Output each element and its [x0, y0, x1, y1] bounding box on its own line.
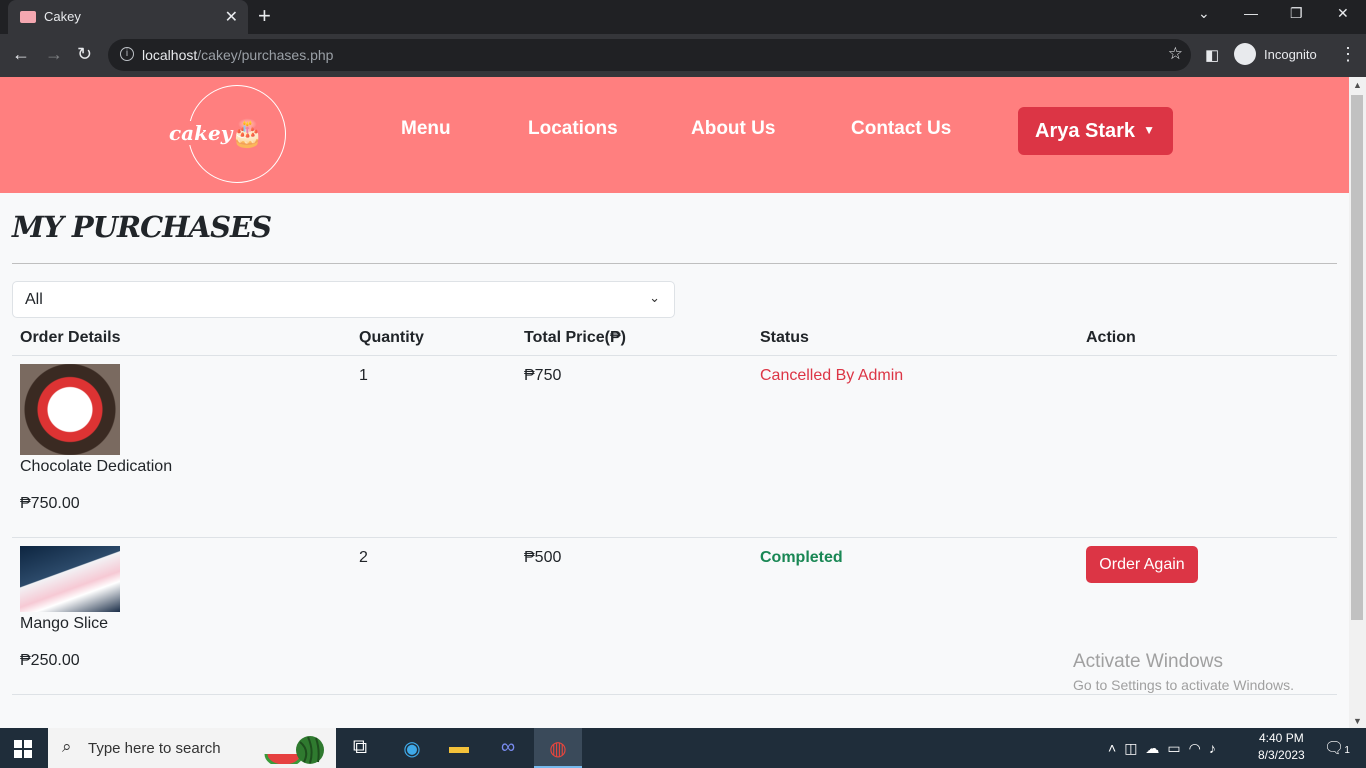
logo-text: cakey: [167, 121, 235, 145]
product-image: [20, 546, 120, 612]
close-window-icon[interactable]: ✕: [1337, 5, 1349, 22]
windows-taskbar: ⌕ Type here to search ⧉ ◉ ▬ ∞ ◍ ˄◫☁▭◠♪ 4…: [0, 728, 1366, 768]
column-header-total-price: Total Price(₱): [524, 329, 626, 346]
site-info-icon[interactable]: i: [120, 47, 134, 61]
filter-value: All: [25, 291, 43, 308]
product-image: [20, 364, 120, 455]
site-logo[interactable]: cakey 🎂: [167, 85, 286, 183]
column-header-order-details: Order Details: [20, 329, 121, 346]
site-navbar: cakey 🎂 Menu Locations About Us Contact …: [0, 77, 1349, 193]
taskbar-search-box[interactable]: ⌕ Type here to search: [48, 728, 336, 768]
user-dropdown-button[interactable]: Arya Stark ▼: [1018, 107, 1173, 155]
product-unit-price: ₱250.00: [20, 652, 80, 669]
clock-time: 4:40 PM: [1259, 731, 1304, 745]
product-unit-price: ₱750.00: [20, 495, 80, 512]
notification-count: 1: [1344, 745, 1350, 756]
volume-icon[interactable]: ♪: [1209, 740, 1224, 756]
column-header-quantity: Quantity: [359, 329, 424, 346]
column-header-status: Status: [760, 329, 809, 346]
bookmark-star-icon[interactable]: ☆: [1168, 44, 1183, 64]
app-infinity-icon[interactable]: ∞: [484, 728, 532, 768]
wifi-icon[interactable]: ◠: [1189, 740, 1209, 756]
url-text: localhost/cakey/purchases.php: [142, 47, 334, 63]
nav-link-menu[interactable]: Menu: [401, 118, 451, 140]
forward-icon[interactable]: →: [45, 44, 63, 65]
user-name: Arya Stark: [1035, 120, 1136, 142]
table-header-divider: [12, 355, 1337, 356]
watermark-title: Activate Windows: [1073, 651, 1223, 672]
nav-link-contact[interactable]: Contact Us: [851, 118, 951, 140]
browser-toolbar: ← → ↻ i localhost/cakey/purchases.php ☆ …: [0, 34, 1366, 77]
order-total: ₱500: [524, 549, 562, 566]
file-explorer-icon[interactable]: ▬: [435, 728, 483, 768]
tab-title: Cakey: [44, 9, 81, 24]
browser-tab-strip: Cakey ✕ + ⌄ — ❐ ✕: [0, 0, 1366, 34]
favicon-icon: [20, 11, 36, 23]
page-scrollbar[interactable]: ▲ ▼: [1349, 77, 1366, 728]
search-icon: ⌕: [62, 737, 72, 756]
new-tab-icon[interactable]: +: [258, 3, 271, 29]
order-quantity: 2: [359, 549, 368, 566]
task-view-icon[interactable]: ⧉: [336, 728, 384, 768]
side-panel-icon[interactable]: ◧: [1205, 46, 1219, 64]
taskbar-clock[interactable]: 4:40 PM 8/3/2023: [1258, 731, 1305, 762]
divider: [12, 263, 1337, 264]
product-name: Chocolate Dedication: [20, 458, 173, 475]
notification-center-icon[interactable]: 🗨1: [1324, 738, 1350, 758]
back-icon[interactable]: ←: [12, 44, 30, 65]
incognito-indicator[interactable]: Incognito: [1234, 43, 1317, 65]
watermark-subtitle: Go to Settings to activate Windows.: [1073, 677, 1294, 693]
tab-search-icon[interactable]: ⌄: [1198, 5, 1210, 22]
battery-icon[interactable]: ▭: [1167, 740, 1188, 756]
nav-link-about[interactable]: About Us: [691, 118, 775, 140]
scrollbar-thumb[interactable]: [1351, 95, 1363, 620]
order-status-badge: Completed: [760, 549, 843, 566]
watermelon-icon: [264, 736, 324, 764]
browser-tab[interactable]: Cakey ✕: [8, 0, 248, 34]
order-total: ₱750: [524, 367, 562, 384]
clock-date: 8/3/2023: [1258, 748, 1305, 762]
nav-link-locations[interactable]: Locations: [528, 118, 618, 140]
table-row-divider: [12, 694, 1337, 695]
windows-start-icon[interactable]: [14, 740, 32, 758]
chrome-icon[interactable]: ◍: [534, 728, 582, 768]
incognito-label: Incognito: [1264, 46, 1317, 62]
restore-icon[interactable]: ❐: [1290, 5, 1303, 22]
chevron-down-icon: ⌄: [649, 290, 660, 305]
status-filter-select[interactable]: All ⌄: [12, 281, 675, 318]
order-again-button[interactable]: Order Again: [1086, 546, 1198, 583]
edge-icon[interactable]: ◉: [388, 728, 436, 768]
address-bar[interactable]: i localhost/cakey/purchases.php ☆: [108, 39, 1191, 71]
table-row-divider: [12, 537, 1337, 538]
reload-icon[interactable]: ↻: [77, 44, 92, 65]
scroll-up-icon[interactable]: ▲: [1353, 80, 1362, 90]
order-status-badge: Cancelled By Admin: [760, 367, 904, 384]
page-viewport: cakey 🎂 Menu Locations About Us Contact …: [0, 77, 1349, 728]
chevron-up-icon[interactable]: ˄: [1108, 740, 1124, 756]
menu-kebab-icon[interactable]: ⋮: [1339, 44, 1357, 65]
column-header-action: Action: [1086, 329, 1136, 346]
cloud-icon[interactable]: ☁: [1145, 740, 1167, 756]
meet-now-icon[interactable]: ◫: [1124, 740, 1145, 756]
scroll-down-icon[interactable]: ▼: [1353, 716, 1362, 726]
product-name: Mango Slice: [20, 615, 109, 632]
page-title: MY PURCHASES: [12, 210, 272, 244]
search-placeholder: Type here to search: [88, 740, 221, 757]
close-tab-icon[interactable]: ✕: [225, 7, 238, 27]
caret-down-icon: ▼: [1143, 123, 1155, 137]
activate-windows-watermark: Activate Windows Go to Settings to activ…: [1073, 651, 1294, 693]
cake-icon: 🎂: [231, 118, 264, 148]
order-quantity: 1: [359, 367, 368, 384]
minimize-icon[interactable]: —: [1244, 5, 1258, 21]
system-tray[interactable]: ˄◫☁▭◠♪: [1108, 740, 1224, 757]
incognito-icon: [1234, 43, 1256, 65]
